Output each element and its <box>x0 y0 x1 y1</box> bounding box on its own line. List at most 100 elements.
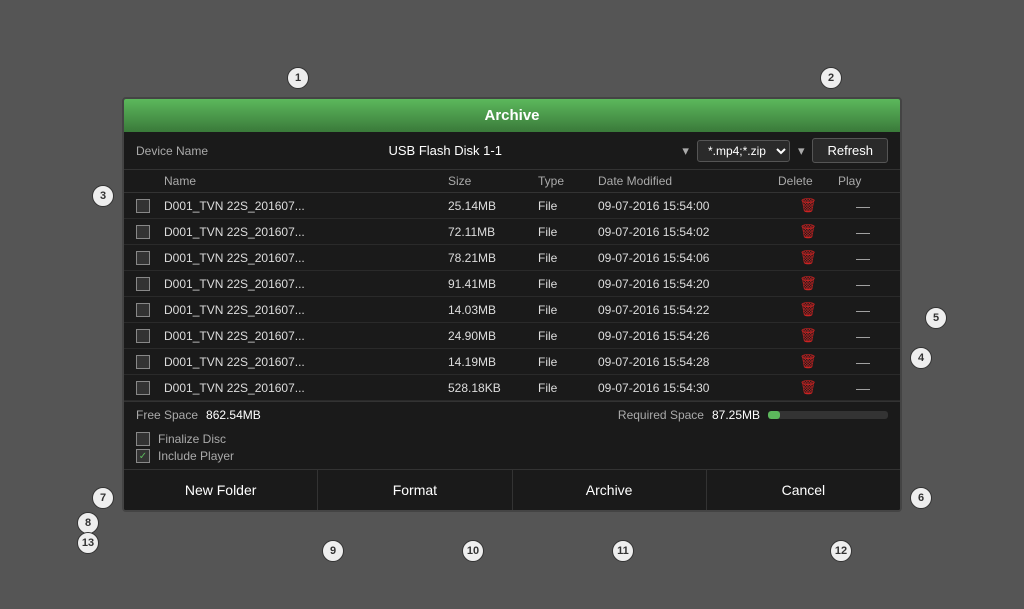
row-name-7: D001_TVN 22S_201607... <box>164 381 448 395</box>
table-body: D001_TVN 22S_201607... 25.14MB File 09-0… <box>124 193 900 401</box>
archive-dialog: Archive Device Name USB Flash Disk 1-1 ▾… <box>122 97 902 512</box>
row-type-6: File <box>538 355 598 369</box>
row-size-2: 78.21MB <box>448 251 538 265</box>
required-space-label: Required Space <box>618 408 704 422</box>
row-checkbox-3[interactable] <box>136 277 150 291</box>
callout-3: 3 <box>92 185 114 207</box>
row-checkbox-1[interactable] <box>136 225 150 239</box>
callout-12: 12 <box>830 540 852 562</box>
callout-1: 1 <box>287 67 309 89</box>
row-date-1: 09-07-2016 15:54:02 <box>598 225 778 239</box>
row-type-0: File <box>538 199 598 213</box>
row-date-6: 09-07-2016 15:54:28 <box>598 355 778 369</box>
callout-4: 4 <box>910 347 932 369</box>
row-type-1: File <box>538 225 598 239</box>
required-space-section: Required Space 87.25MB <box>618 408 888 422</box>
row-play-5[interactable]: — <box>838 328 888 344</box>
required-space-fill <box>768 411 780 419</box>
col-play: Play <box>838 174 888 188</box>
table-row: D001_TVN 22S_201607... 78.21MB File 09-0… <box>124 245 900 271</box>
free-space-section: Free Space 862.54MB <box>136 408 261 422</box>
row-name-6: D001_TVN 22S_201607... <box>164 355 448 369</box>
col-name: Name <box>164 174 448 188</box>
row-play-6[interactable]: — <box>838 354 888 370</box>
row-type-5: File <box>538 329 598 343</box>
row-checkbox-4[interactable] <box>136 303 150 317</box>
table-row: D001_TVN 22S_201607... 24.90MB File 09-0… <box>124 323 900 349</box>
row-size-1: 72.11MB <box>448 225 538 239</box>
format-filter-dropdown[interactable]: *.mp4;*.zip <box>697 140 790 162</box>
row-name-5: D001_TVN 22S_201607... <box>164 329 448 343</box>
row-play-2[interactable]: — <box>838 250 888 266</box>
dialog-title: Archive <box>124 99 900 132</box>
callout-2: 2 <box>820 67 842 89</box>
row-play-4[interactable]: — <box>838 302 888 318</box>
row-delete-1[interactable]: 🗑 <box>778 223 838 240</box>
options-row: Finalize Disc ✓ Include Player <box>124 428 900 469</box>
row-type-2: File <box>538 251 598 265</box>
required-space-bar <box>768 411 888 419</box>
dropdown-arrow-1: ▾ <box>682 143 689 159</box>
callout-6: 6 <box>910 487 932 509</box>
row-checkbox-7[interactable] <box>136 381 150 395</box>
row-checkbox-5[interactable] <box>136 329 150 343</box>
row-delete-5[interactable]: 🗑 <box>778 327 838 344</box>
row-name-1: D001_TVN 22S_201607... <box>164 225 448 239</box>
row-name-4: D001_TVN 22S_201607... <box>164 303 448 317</box>
refresh-button[interactable]: Refresh <box>812 138 888 163</box>
free-space-value: 862.54MB <box>206 408 261 422</box>
col-type: Type <box>538 174 598 188</box>
table-header: Name Size Type Date Modified Delete Play <box>124 170 900 193</box>
format-button[interactable]: Format <box>318 470 512 510</box>
callout-8: 8 <box>77 512 99 534</box>
finalize-disc-label: Finalize Disc <box>158 432 226 446</box>
row-type-3: File <box>538 277 598 291</box>
row-type-7: File <box>538 381 598 395</box>
callout-11: 11 <box>612 540 634 562</box>
finalize-disc-option: Finalize Disc <box>136 432 888 446</box>
action-buttons: New Folder Format Archive Cancel <box>124 469 900 510</box>
row-date-3: 09-07-2016 15:54:20 <box>598 277 778 291</box>
include-player-checkbox[interactable]: ✓ <box>136 449 150 463</box>
row-play-1[interactable]: — <box>838 224 888 240</box>
row-checkbox-0[interactable] <box>136 199 150 213</box>
table-row: D001_TVN 22S_201607... 528.18KB File 09-… <box>124 375 900 401</box>
table-row: D001_TVN 22S_201607... 72.11MB File 09-0… <box>124 219 900 245</box>
cancel-button[interactable]: Cancel <box>707 470 900 510</box>
table-row: D001_TVN 22S_201607... 91.41MB File 09-0… <box>124 271 900 297</box>
row-checkbox-2[interactable] <box>136 251 150 265</box>
archive-button[interactable]: Archive <box>513 470 707 510</box>
table-row: D001_TVN 22S_201607... 14.19MB File 09-0… <box>124 349 900 375</box>
required-space-value: 87.25MB <box>712 408 760 422</box>
row-delete-3[interactable]: 🗑 <box>778 275 838 292</box>
row-size-6: 14.19MB <box>448 355 538 369</box>
row-date-4: 09-07-2016 15:54:22 <box>598 303 778 317</box>
finalize-disc-checkbox[interactable] <box>136 432 150 446</box>
row-checkbox-6[interactable] <box>136 355 150 369</box>
row-name-2: D001_TVN 22S_201607... <box>164 251 448 265</box>
row-size-0: 25.14MB <box>448 199 538 213</box>
callout-10: 10 <box>462 540 484 562</box>
table-row: D001_TVN 22S_201607... 25.14MB File 09-0… <box>124 193 900 219</box>
row-date-5: 09-07-2016 15:54:26 <box>598 329 778 343</box>
include-player-label: Include Player <box>158 449 234 463</box>
new-folder-button[interactable]: New Folder <box>124 470 318 510</box>
row-play-3[interactable]: — <box>838 276 888 292</box>
row-delete-7[interactable]: 🗑 <box>778 379 838 396</box>
col-checkbox <box>136 174 164 188</box>
row-play-7[interactable]: — <box>838 380 888 396</box>
free-space-label: Free Space <box>136 408 198 422</box>
dropdown-arrow-2: ▾ <box>798 143 805 159</box>
callout-9: 9 <box>322 540 344 562</box>
row-delete-2[interactable]: 🗑 <box>778 249 838 266</box>
row-delete-4[interactable]: 🗑 <box>778 301 838 318</box>
footer-info: Free Space 862.54MB Required Space 87.25… <box>124 401 900 428</box>
row-delete-0[interactable]: 🗑 <box>778 197 838 214</box>
row-date-7: 09-07-2016 15:54:30 <box>598 381 778 395</box>
callout-7: 7 <box>92 487 114 509</box>
row-size-7: 528.18KB <box>448 381 538 395</box>
include-player-option: ✓ Include Player <box>136 449 888 463</box>
row-play-0[interactable]: — <box>838 198 888 214</box>
row-delete-6[interactable]: 🗑 <box>778 353 838 370</box>
device-name-value: USB Flash Disk 1-1 <box>216 143 674 158</box>
